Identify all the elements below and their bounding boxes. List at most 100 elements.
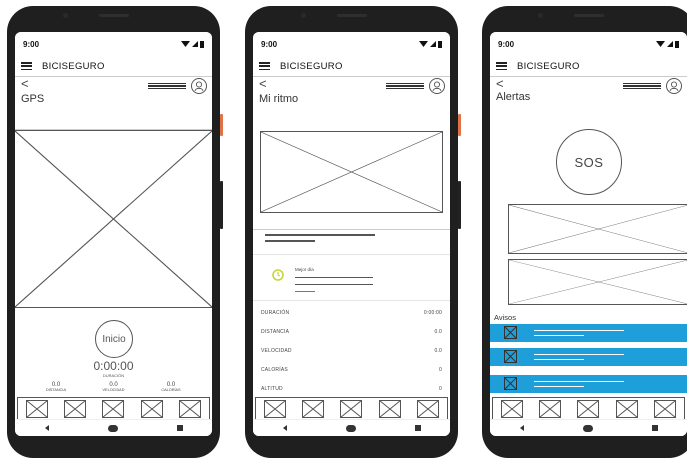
map-placeholder[interactable] (15, 130, 212, 308)
recents-nav-icon[interactable] (414, 425, 421, 431)
app-bar: BICISEGURO (253, 56, 450, 77)
stat-label: DISTANCIA (46, 388, 66, 392)
placeholder-icon (140, 400, 163, 418)
status-time: 9:00 (498, 39, 515, 49)
metric-value: 0.0 (434, 348, 442, 354)
volume-button (220, 181, 223, 229)
home-nav-icon[interactable] (582, 424, 593, 432)
metric-row: CALORÍAS 0 (261, 367, 442, 373)
back-icon[interactable]: < (21, 77, 29, 91)
home-nav-icon[interactable] (107, 424, 118, 432)
recents-nav-icon[interactable] (651, 425, 658, 431)
metric-label: CALORÍAS (261, 367, 288, 373)
speaker (573, 14, 604, 17)
best-day-label: Mejor día (295, 267, 314, 272)
wifi-icon (419, 41, 428, 47)
placeholder-icon (539, 400, 562, 418)
placeholder-icon (378, 400, 401, 418)
hamburger-menu-icon[interactable] (496, 62, 507, 70)
user-avatar-icon[interactable] (191, 78, 207, 94)
placeholder-icon (504, 377, 517, 390)
alert-item[interactable] (490, 324, 687, 342)
page-title: GPS (21, 93, 45, 105)
app-title: BICISEGURO (517, 60, 580, 72)
system-nav (15, 419, 212, 436)
wifi-icon (656, 41, 665, 47)
placeholder-icon (64, 400, 87, 418)
avisos-label: Avisos (494, 313, 516, 322)
back-nav-icon[interactable] (44, 425, 49, 431)
status-time: 9:00 (261, 39, 278, 49)
system-nav (490, 419, 687, 436)
power-button (220, 114, 223, 136)
menu-lines-icon[interactable] (623, 83, 661, 89)
sos-button[interactable]: SOS (556, 129, 622, 195)
power-button (458, 114, 461, 136)
user-avatar-icon[interactable] (429, 78, 445, 94)
app-title: BICISEGURO (280, 60, 343, 72)
stats-row: 0.0 DISTANCIA 0.0 VELOCIDAD 0.0 CALORÍAS (31, 382, 196, 392)
metric-value: 0:00:00 (423, 310, 442, 316)
metric-row: ALTITUD 0 (261, 386, 442, 392)
placeholder-icon (615, 400, 638, 418)
phone-alertas: 9:00 BICISEGURO < Alertas SOS Avisos (482, 6, 687, 458)
placeholder-icon (340, 400, 363, 418)
app-bar: BICISEGURO (15, 56, 212, 77)
recents-nav-icon[interactable] (176, 425, 183, 431)
back-nav-icon[interactable] (282, 425, 287, 431)
start-button[interactable]: Inicio (95, 320, 133, 358)
camera (538, 13, 543, 18)
timer-label: DURACIÓN (102, 373, 125, 378)
placeholder-icon (504, 326, 517, 339)
back-icon[interactable]: < (259, 77, 267, 91)
image-placeholder (508, 259, 687, 305)
hamburger-menu-icon[interactable] (259, 62, 270, 70)
status-bar: 9:00 (253, 32, 450, 56)
metric-value: 0 (439, 367, 442, 373)
placeholder-icon (102, 400, 125, 418)
metric-label: VELOCIDAD (261, 348, 292, 354)
placeholder-icon (416, 400, 439, 418)
placeholder-icon (264, 400, 287, 418)
volume-button (458, 181, 461, 229)
status-time: 9:00 (23, 39, 40, 49)
alert-item[interactable] (490, 348, 687, 366)
image-placeholder (508, 204, 687, 254)
app-title: BICISEGURO (42, 60, 105, 72)
menu-lines-icon[interactable] (386, 83, 424, 89)
menu-lines-icon[interactable] (148, 83, 186, 89)
battery-icon (438, 40, 442, 48)
placeholder-icon (178, 400, 201, 418)
divider (253, 254, 450, 255)
home-nav-icon[interactable] (345, 424, 356, 432)
summary-line (265, 240, 315, 242)
placeholder-icon (504, 350, 517, 363)
speaker (336, 14, 367, 17)
chart-placeholder (260, 131, 443, 213)
camera (63, 13, 68, 18)
page-title: Alertas (496, 91, 531, 103)
system-nav (253, 419, 450, 436)
battery-icon (200, 40, 204, 48)
best-day-line (295, 277, 373, 279)
summary-line (265, 234, 375, 236)
metric-row: DISTANCIA 0.0 (261, 329, 442, 335)
stat-item: 0.0 CALORÍAS (146, 382, 196, 392)
metric-row: DURACIÓN 0:00:00 (261, 310, 442, 316)
phone-mi-ritmo: 9:00 BICISEGURO < Mi ritmo Mejor día DUR… (245, 6, 461, 458)
metric-value: 0.0 (434, 329, 442, 335)
screen: 9:00 BICISEGURO < Alertas SOS Avisos (490, 32, 687, 436)
user-avatar-icon[interactable] (666, 78, 682, 94)
clock-icon (272, 268, 284, 286)
alert-item[interactable] (490, 375, 687, 393)
status-icons (656, 40, 679, 48)
signal-icon (667, 41, 673, 47)
metric-label: ALTITUD (261, 386, 283, 392)
hamburger-menu-icon[interactable] (21, 62, 32, 70)
stat-item: 0.0 VELOCIDAD (89, 382, 139, 392)
screen: 9:00 BICISEGURO < Mi ritmo Mejor día DUR… (253, 32, 450, 436)
stat-item: 0.0 DISTANCIA (31, 382, 81, 392)
back-nav-icon[interactable] (519, 425, 524, 431)
back-icon[interactable]: < (496, 77, 504, 91)
stat-label: CALORÍAS (161, 388, 181, 392)
